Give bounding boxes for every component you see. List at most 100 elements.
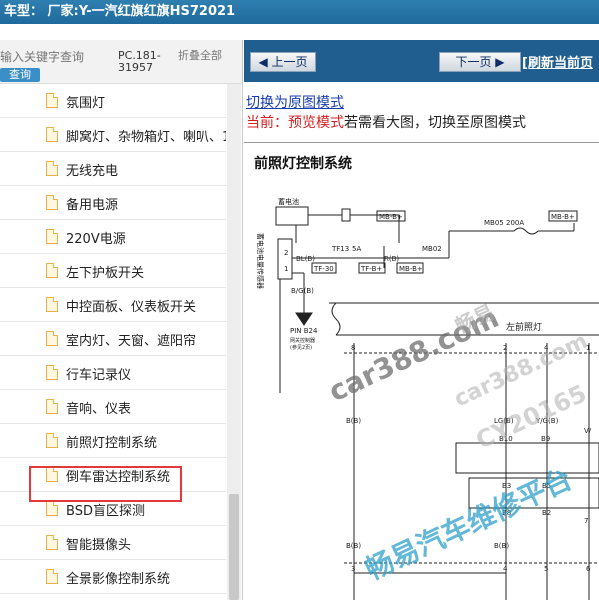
tree-item[interactable]: 智能摄像头	[0, 526, 226, 560]
diag-label-c1: 1	[586, 344, 590, 352]
tree-item[interactable]: 音响、仪表	[0, 390, 226, 424]
document-icon	[46, 569, 58, 584]
diag-label-v-l: V/	[584, 427, 592, 435]
diag-label-b8: B8	[502, 509, 511, 517]
diag-label-tf30: TF-30	[313, 265, 334, 273]
next-page-label: 下一页	[455, 55, 492, 69]
diag-label-c4b: 4	[503, 565, 508, 573]
tree-item-label: 无线充电	[66, 164, 119, 179]
diag-label-b3: B3	[502, 482, 511, 490]
tree-item[interactable]: 无线充电	[0, 152, 226, 186]
diag-label-pin-note1: 网关控制器	[290, 337, 315, 344]
prev-page-label: 上一页	[271, 55, 308, 69]
diag-label-c3: 3	[351, 565, 355, 573]
diag-label-mb-b1: MB-B+	[379, 213, 403, 221]
scroll-thumb[interactable]	[229, 494, 239, 600]
diag-label-tf-b: TF-B+	[360, 265, 382, 273]
diag-label-c5: 5	[544, 565, 548, 573]
tree-item-selected[interactable]: 前照灯控制系统	[0, 424, 226, 458]
tree-item-label: 音响、仪表	[66, 402, 132, 417]
arrow-left-icon: ◀	[258, 55, 268, 69]
selection-highlight	[29, 466, 182, 502]
tree-item-label: 智能摄像头	[66, 538, 132, 553]
diag-label-r-b: R(B)	[384, 255, 399, 263]
diag-label-headlamp: 左前照灯	[506, 321, 542, 333]
diag-label-pin-num2: 1	[284, 265, 288, 273]
document-icon	[46, 535, 58, 550]
wiring-diagram-svg: 蓄电池 蓄电池电量传感器 MB-B+ MB-B+ MB05 200A TF13 …	[256, 197, 599, 600]
diag-label-b9: B9	[541, 435, 550, 443]
sidebar: 查询 PC.181-31957 折叠全部 氛围灯 脚窝灯、杂物箱灯、喇叭、1 无…	[0, 40, 243, 600]
tree-item-label: BSD盲区探测	[66, 504, 145, 519]
search-input[interactable]	[0, 48, 86, 66]
tree-item-label: 备用电源	[66, 198, 119, 213]
tree-item[interactable]: 室内灯、天窗、遮阳帘	[0, 322, 226, 356]
viewer-panel: ◀ 上一页 下一页 ▶ [刷新当前页 切换为原图模式 当前：预览模式若需看大图，…	[244, 40, 599, 600]
window-title: 车型： 厂家:Y-一汽红旗红旗HS72021	[0, 0, 599, 24]
document-icon	[46, 501, 58, 516]
tree-item-label: 脚窝灯、杂物箱灯、喇叭、1	[66, 130, 226, 145]
mode-status: 当前：预览模式若需看大图，切换至原图模式	[246, 112, 526, 132]
tree-item-label: 室内灯、天窗、遮阳帘	[66, 334, 197, 349]
document-icon	[46, 161, 58, 176]
fold-all-button[interactable]: 折叠全部	[178, 50, 224, 62]
diag-label-mb05: MB05	[484, 219, 504, 227]
arrow-right-icon: ▶	[495, 55, 505, 69]
document-icon	[46, 195, 58, 210]
diag-label-tf13-rating: 5A	[352, 245, 361, 253]
diag-label-b-b3: B(B)	[494, 542, 509, 550]
refresh-page-link[interactable]: [刷新当前页	[522, 52, 593, 71]
diag-label-tf13: TF13	[331, 245, 349, 253]
document-icon	[46, 263, 58, 278]
diag-label-b2: B2	[542, 509, 551, 517]
sidebar-scrollbar[interactable]	[227, 84, 241, 600]
switch-original-mode-link[interactable]: 切换为原图模式	[246, 92, 344, 112]
viewer-toolbar: ◀ 上一页 下一页 ▶ [刷新当前页	[244, 40, 599, 82]
diag-label-b5: B5	[542, 482, 551, 490]
document-icon	[46, 365, 58, 380]
diag-label-battery: 蓄电池	[278, 197, 299, 206]
diag-label-c6: 6	[586, 565, 591, 573]
diag-label-mb05-rating: 200A	[506, 219, 524, 227]
diag-label-c8: 8	[351, 344, 355, 352]
document-icon	[46, 297, 58, 312]
diag-label-b-b2: B(B)	[346, 542, 361, 550]
diag-label-bl-b: BL(B)	[296, 255, 315, 263]
wiring-diagram: 前照灯控制系统 蓄电池 蓄电池电量传感器 MB-B+ MB-B+ MB05 20…	[244, 142, 599, 600]
diag-label-c4: 4	[544, 344, 549, 352]
pc-label: PC.181-31957	[118, 49, 161, 74]
search-bar: 查询 PC.181-31957 折叠全部	[0, 40, 242, 84]
document-icon	[46, 229, 58, 244]
tree-item-label: 左下护板开关	[66, 266, 145, 281]
diag-label-b10: B10	[499, 435, 513, 443]
tree-list: 氛围灯 脚窝灯、杂物箱灯、喇叭、1 无线充电 备用电源 220V电源 左下护板开…	[0, 84, 226, 600]
diag-label-pin-num: 2	[284, 249, 288, 257]
document-icon	[46, 433, 58, 448]
tree-item[interactable]: 全景影像控制系统	[0, 560, 226, 594]
tree-item[interactable]: 脚窝灯、杂物箱灯、喇叭、1	[0, 118, 226, 152]
diag-label-lg-b: LG(B)	[494, 417, 514, 425]
prev-page-button[interactable]: ◀ 上一页	[250, 52, 316, 72]
diag-label-bg-b: B/G(B)	[291, 287, 314, 295]
diag-label-fuse-box: 蓄电池电量传感器	[256, 233, 265, 289]
diag-label-mb02: MB02	[422, 245, 442, 253]
mode-hint: 若需看大图，切换至原图模式	[344, 115, 526, 131]
tree-item-label: 前照灯控制系统	[66, 436, 158, 451]
diag-label-pin-note2: (参见2页)	[290, 344, 312, 351]
document-icon	[46, 93, 58, 108]
document-icon	[46, 127, 58, 142]
tree-item-label: 全景影像控制系统	[66, 572, 171, 587]
tree-item[interactable]: 备用电源	[0, 186, 226, 220]
tree-item[interactable]: 氛围灯	[0, 84, 226, 118]
tree-item-label: 行车记录仪	[66, 368, 132, 383]
tree-item[interactable]: 中控面板、仪表板开关	[0, 288, 226, 322]
mode-prefix: 当前：	[246, 115, 288, 131]
diag-label-b-b: B(B)	[346, 417, 361, 425]
next-page-button[interactable]: 下一页 ▶	[439, 52, 521, 72]
tree-item[interactable]: 220V电源	[0, 220, 226, 254]
battery-box	[275, 206, 309, 226]
tree-item[interactable]: 行车记录仪	[0, 356, 226, 390]
diag-label-pin-b24: PIN B24	[290, 327, 318, 335]
search-button[interactable]: 查询	[0, 68, 40, 82]
tree-item[interactable]: 左下护板开关	[0, 254, 226, 288]
